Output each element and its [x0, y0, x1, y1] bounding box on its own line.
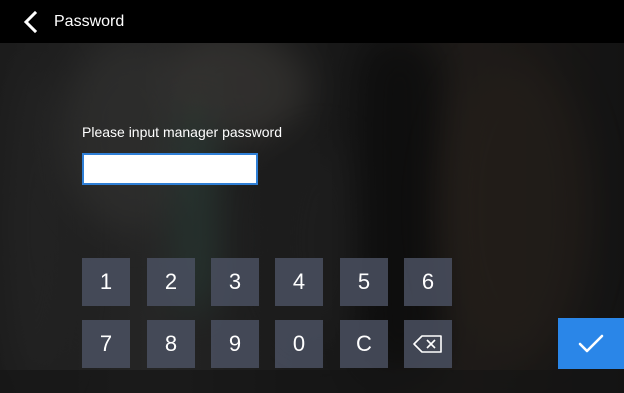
checkmark-icon [578, 334, 604, 352]
key-9[interactable]: 9 [211, 320, 259, 368]
back-button[interactable] [18, 9, 44, 35]
key-backspace[interactable] [404, 320, 452, 368]
password-prompt-label: Please input manager password [82, 124, 283, 140]
key-0[interactable]: 0 [275, 320, 323, 368]
chevron-left-icon [23, 10, 38, 34]
top-bar: Password [0, 0, 624, 43]
password-input[interactable] [82, 153, 258, 185]
confirm-button[interactable] [558, 318, 624, 369]
key-clear[interactable]: C [340, 320, 388, 368]
key-5[interactable]: 5 [340, 258, 388, 306]
password-screen: Password Please input manager password 1… [0, 0, 624, 393]
page-title: Password [54, 13, 125, 30]
bottom-strip [0, 370, 624, 393]
key-6[interactable]: 6 [404, 258, 452, 306]
key-4[interactable]: 4 [275, 258, 323, 306]
key-2[interactable]: 2 [147, 258, 195, 306]
key-8[interactable]: 8 [147, 320, 195, 368]
key-3[interactable]: 3 [211, 258, 259, 306]
key-1[interactable]: 1 [82, 258, 130, 306]
key-7[interactable]: 7 [82, 320, 130, 368]
backspace-icon [413, 335, 442, 353]
